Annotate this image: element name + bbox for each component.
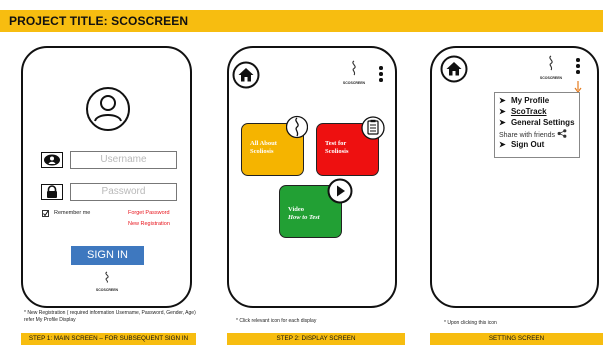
remember-me-label: Remember me bbox=[54, 210, 91, 216]
project-title: PROJECT TITLE: SCOSCREEN bbox=[9, 14, 189, 28]
spine-icon bbox=[105, 271, 109, 283]
sign-in-button[interactable]: SIGN IN bbox=[71, 246, 144, 265]
screen2-note: * Click relevant icon for each display bbox=[236, 318, 317, 324]
checkmark-icon bbox=[43, 210, 49, 217]
bullet-arrow-icon: ➤ bbox=[499, 118, 506, 127]
screen1-note: * New Registration ( required informatio… bbox=[24, 310, 196, 323]
tile-label-line2: How to Test bbox=[288, 213, 320, 221]
menu-item-share[interactable]: Share with friends bbox=[499, 129, 567, 139]
menu-item-label: Share with friends bbox=[499, 132, 556, 139]
lock-icon bbox=[41, 184, 63, 200]
screen3-note: * Upon clicking this icon bbox=[444, 320, 497, 326]
tile-label-line2: Scoliosis bbox=[325, 147, 349, 155]
menu-item-label: General Settings bbox=[510, 118, 575, 127]
spine-icon bbox=[352, 60, 356, 76]
play-icon bbox=[327, 178, 353, 204]
bullet-arrow-icon: ➤ bbox=[499, 96, 506, 105]
step1-caption: STEP 1: MAIN SCREEN – FOR SUBSEQUENT SIG… bbox=[21, 333, 196, 345]
scoscreen-logo: SCOSCREEN bbox=[342, 60, 366, 88]
spine-icon bbox=[549, 55, 553, 71]
menu-item-label: Sign Out bbox=[510, 140, 545, 149]
logo-text: SCOSCREEN bbox=[342, 81, 366, 85]
menu-item-label: ScoTrack bbox=[510, 107, 547, 116]
setting-screen-caption: SETTING SCREEN bbox=[430, 333, 603, 345]
tile-label-line2: Scoliosis bbox=[250, 147, 274, 155]
password-field[interactable]: Password bbox=[70, 183, 177, 201]
username-icon bbox=[41, 152, 63, 168]
scoscreen-logo: SCOSCREEN bbox=[539, 55, 563, 81]
remember-me-checkbox[interactable] bbox=[42, 210, 49, 217]
menu-item-sign-out[interactable]: ➤ Sign Out bbox=[499, 140, 544, 149]
menu-item-label: My Profile bbox=[510, 96, 550, 105]
step2-caption: STEP 2: DISPLAY SCREEN bbox=[227, 333, 405, 345]
share-icon bbox=[557, 129, 567, 138]
menu-item-my-profile[interactable]: ➤ My Profile bbox=[499, 96, 549, 105]
forgot-password-link[interactable]: Forget Password bbox=[128, 210, 170, 216]
menu-item-general-settings[interactable]: ➤ General Settings bbox=[499, 118, 575, 127]
project-title-bar: PROJECT TITLE: SCOSCREEN bbox=[0, 10, 603, 32]
bullet-arrow-icon: ➤ bbox=[499, 107, 506, 116]
user-avatar-icon bbox=[86, 87, 130, 131]
menu-item-scotrack[interactable]: ➤ ScoTrack bbox=[499, 107, 547, 116]
tile-label-line1: All About bbox=[250, 140, 277, 147]
spine-icon bbox=[286, 115, 308, 139]
checklist-icon bbox=[361, 116, 385, 140]
tile-label-line1: Test for bbox=[325, 140, 347, 147]
home-icon[interactable] bbox=[232, 61, 260, 89]
more-options-icon[interactable] bbox=[379, 66, 383, 84]
scoscreen-logo: SCOSCREEN bbox=[92, 270, 122, 292]
home-icon[interactable] bbox=[440, 55, 468, 83]
logo-text: SCOSCREEN bbox=[539, 76, 563, 80]
logo-text: SCOSCREEN bbox=[95, 288, 119, 292]
username-field[interactable]: Username bbox=[70, 151, 177, 169]
tile-label-line1: Video bbox=[288, 206, 305, 213]
bullet-arrow-icon: ➤ bbox=[499, 140, 506, 149]
more-options-icon[interactable] bbox=[576, 58, 580, 76]
new-registration-link[interactable]: New Registration bbox=[128, 221, 170, 227]
